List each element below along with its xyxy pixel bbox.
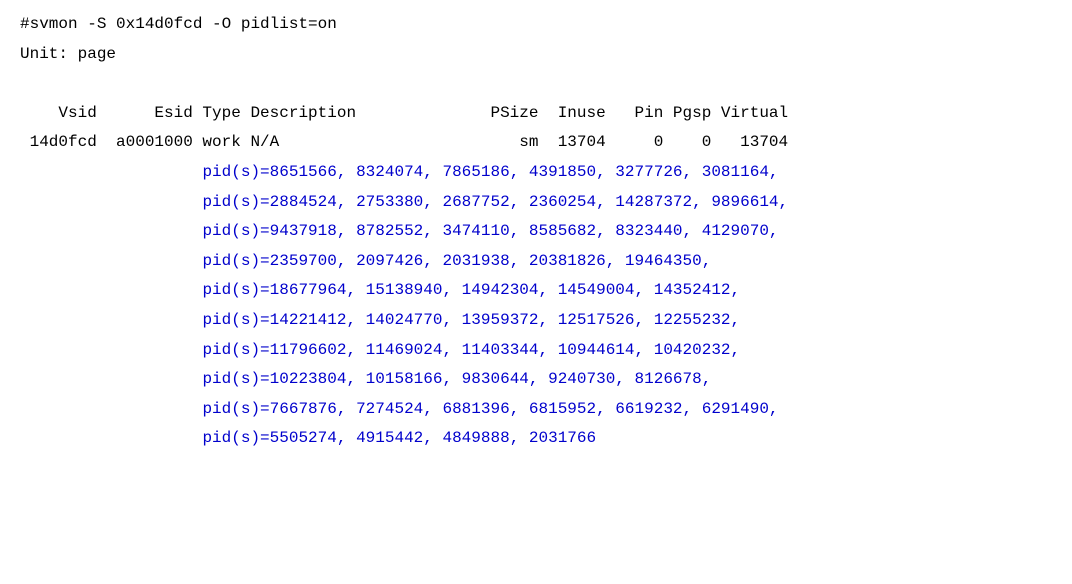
- pid-indent: [20, 341, 202, 359]
- table-header: Vsid Esid Type Description PSize Inuse P…: [20, 99, 1052, 129]
- pid-text: pid(s)=11796602, 11469024, 11403344, 109…: [202, 341, 740, 359]
- pid-indent: [20, 281, 202, 299]
- pid-line: pid(s)=10223804, 10158166, 9830644, 9240…: [20, 365, 1052, 395]
- pid-text: pid(s)=2359700, 2097426, 2031938, 203818…: [202, 252, 711, 270]
- pid-indent: [20, 311, 202, 329]
- pid-line: pid(s)=18677964, 15138940, 14942304, 145…: [20, 276, 1052, 306]
- pid-list: pid(s)=8651566, 8324074, 7865186, 439185…: [20, 158, 1052, 454]
- pid-indent: [20, 370, 202, 388]
- pid-indent: [20, 252, 202, 270]
- pid-text: pid(s)=8651566, 8324074, 7865186, 439185…: [202, 163, 778, 181]
- pid-line: pid(s)=9437918, 8782552, 3474110, 858568…: [20, 217, 1052, 247]
- pid-line: pid(s)=11796602, 11469024, 11403344, 109…: [20, 336, 1052, 366]
- pid-indent: [20, 429, 202, 447]
- pid-text: pid(s)=5505274, 4915442, 4849888, 203176…: [202, 429, 596, 447]
- pid-line: pid(s)=2359700, 2097426, 2031938, 203818…: [20, 247, 1052, 277]
- pid-indent: [20, 163, 202, 181]
- pid-text: pid(s)=14221412, 14024770, 13959372, 125…: [202, 311, 740, 329]
- pid-line: pid(s)=8651566, 8324074, 7865186, 439185…: [20, 158, 1052, 188]
- pid-text: pid(s)=9437918, 8782552, 3474110, 858568…: [202, 222, 778, 240]
- pid-line: pid(s)=5505274, 4915442, 4849888, 203176…: [20, 424, 1052, 454]
- pid-line: pid(s)=7667876, 7274524, 6881396, 681595…: [20, 395, 1052, 425]
- pid-text: pid(s)=18677964, 15138940, 14942304, 145…: [202, 281, 740, 299]
- command-line: #svmon -S 0x14d0fcd -O pidlist=on: [20, 10, 1052, 40]
- pid-indent: [20, 400, 202, 418]
- pid-line: pid(s)=14221412, 14024770, 13959372, 125…: [20, 306, 1052, 336]
- unit-line: Unit: page: [20, 40, 1052, 70]
- pid-indent: [20, 193, 202, 211]
- pid-indent: [20, 222, 202, 240]
- blank-line: [20, 69, 1052, 99]
- pid-text: pid(s)=2884524, 2753380, 2687752, 236025…: [202, 193, 788, 211]
- pid-text: pid(s)=10223804, 10158166, 9830644, 9240…: [202, 370, 711, 388]
- pid-text: pid(s)=7667876, 7274524, 6881396, 681595…: [202, 400, 778, 418]
- table-row: 14d0fcd a0001000 work N/A sm 13704 0 0 1…: [20, 128, 1052, 158]
- pid-line: pid(s)=2884524, 2753380, 2687752, 236025…: [20, 188, 1052, 218]
